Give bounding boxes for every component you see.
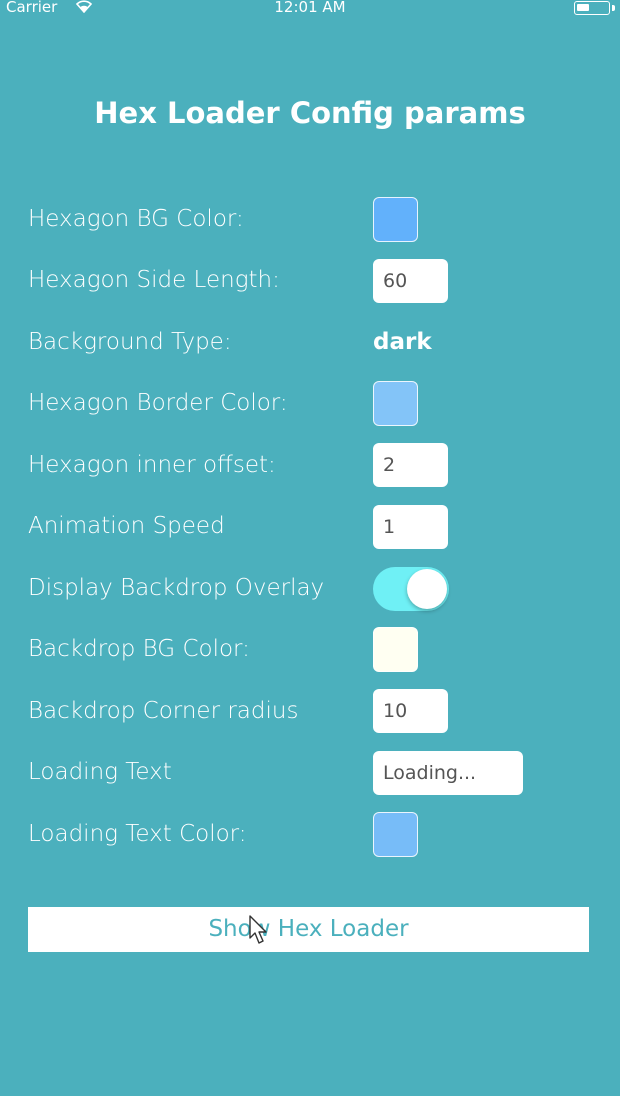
- status-bar: Carrier 12:01 AM: [0, 0, 620, 18]
- page-title: Hex Loader Config params: [94, 96, 526, 130]
- backdrop-overlay-label: Display Backdrop Overlay: [28, 575, 325, 601]
- backdrop-corner-radius-input[interactable]: [373, 689, 448, 733]
- background-type-label: Background Type:: [28, 329, 232, 355]
- show-hex-loader-button[interactable]: Show Hex Loader: [28, 907, 589, 952]
- hex-inner-offset-label: Hexagon inner offset:: [28, 452, 276, 478]
- loading-text-input[interactable]: [373, 751, 523, 795]
- hex-side-length-input[interactable]: [373, 259, 448, 303]
- animation-speed-input[interactable]: [373, 505, 448, 549]
- mouse-cursor-icon: [249, 915, 267, 944]
- backdrop-bg-color-swatch[interactable]: [373, 627, 418, 672]
- toggle-knob: [407, 569, 447, 609]
- screen: Carrier 12:01 AM Hex Loader Config param…: [0, 0, 620, 1096]
- hex-side-length-label: Hexagon Side Length:: [28, 267, 280, 293]
- animation-speed-label: Animation Speed: [28, 513, 225, 539]
- hex-bg-color-swatch[interactable]: [373, 197, 418, 242]
- loading-text-color-swatch[interactable]: [373, 812, 418, 857]
- backdrop-overlay-toggle[interactable]: [373, 567, 449, 611]
- battery-level: [577, 4, 589, 11]
- hex-bg-color-label: Hexagon BG Color:: [28, 206, 244, 232]
- hex-inner-offset-input[interactable]: [373, 443, 448, 487]
- loading-text-label: Loading Text: [28, 759, 172, 785]
- background-type-value: dark: [373, 329, 432, 355]
- status-time: 12:01 AM: [274, 0, 346, 16]
- backdrop-corner-radius-label: Backdrop Corner radius: [28, 698, 299, 724]
- backdrop-bg-color-label: Backdrop BG Color:: [28, 636, 250, 662]
- hex-border-color-label: Hexagon Border Color:: [28, 390, 288, 416]
- battery-tip: [612, 5, 615, 11]
- battery-icon: [574, 1, 610, 15]
- hex-border-color-swatch[interactable]: [373, 381, 418, 426]
- loading-text-color-label: Loading Text Color:: [28, 821, 247, 847]
